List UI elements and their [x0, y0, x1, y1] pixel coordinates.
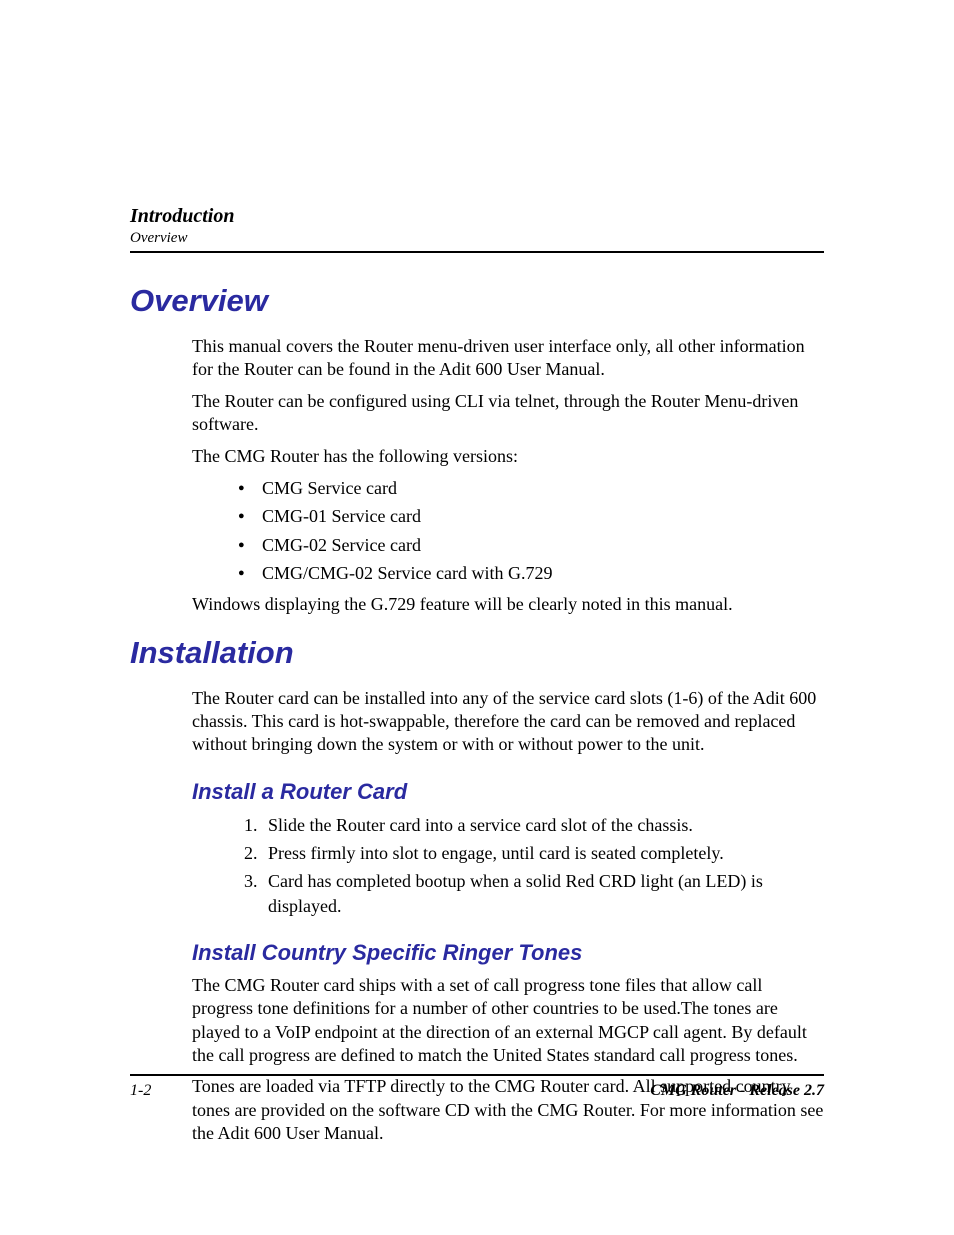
list-item: CMG-01 Service card — [262, 504, 824, 528]
footer-page-number: 1-2 — [130, 1082, 151, 1100]
list-item: Card has completed bootup when a solid R… — [262, 869, 824, 918]
header-section-title: Overview — [130, 230, 824, 247]
header-rule — [130, 251, 824, 253]
footer-product-name: CMG Router - Release 2.7 — [650, 1082, 824, 1100]
page-header: Introduction Overview — [130, 205, 824, 247]
list-item: CMG-02 Service card — [262, 533, 824, 557]
overview-bullet-list: CMG Service card CMG-01 Service card CMG… — [192, 476, 824, 585]
ringer-tones-para-1: The CMG Router card ships with a set of … — [192, 974, 824, 1068]
list-item: Press firmly into slot to engage, until … — [262, 841, 824, 865]
install-router-steps: Slide the Router card into a service car… — [192, 813, 824, 918]
list-item: CMG Service card — [262, 476, 824, 500]
header-chapter-title: Introduction — [130, 205, 824, 228]
page-footer: 1-2 CMG Router - Release 2.7 — [130, 1074, 824, 1100]
subheading-install-ringer-tones: Install Country Specific Ringer Tones — [192, 940, 824, 966]
overview-content: This manual covers the Router menu-drive… — [192, 335, 824, 617]
document-page: Introduction Overview Overview This manu… — [0, 0, 954, 1235]
overview-para-2: The Router can be configured using CLI v… — [192, 390, 824, 437]
subheading-install-router-card: Install a Router Card — [192, 779, 824, 805]
heading-installation: Installation — [130, 635, 824, 671]
overview-para-1: This manual covers the Router menu-drive… — [192, 335, 824, 382]
heading-overview: Overview — [130, 283, 824, 319]
list-item: Slide the Router card into a service car… — [262, 813, 824, 837]
overview-para-4: Windows displaying the G.729 feature wil… — [192, 593, 824, 616]
list-item: CMG/CMG-02 Service card with G.729 — [262, 561, 824, 585]
footer-rule — [130, 1074, 824, 1076]
installation-para-1: The Router card can be installed into an… — [192, 687, 824, 757]
overview-para-3: The CMG Router has the following version… — [192, 445, 824, 468]
